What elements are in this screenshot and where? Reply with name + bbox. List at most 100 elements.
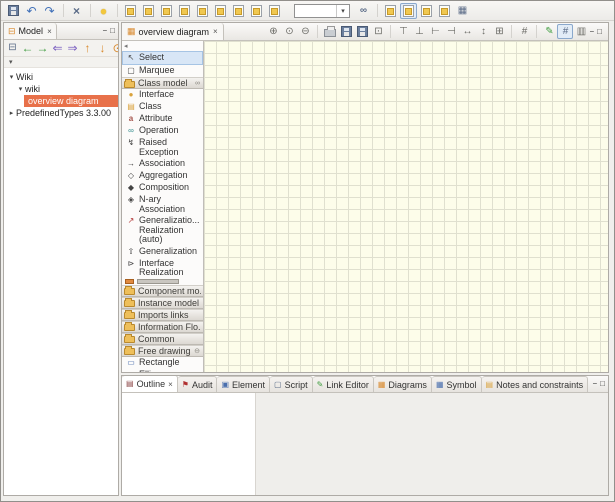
palette-tool-interface-realization[interactable]: ⊳ Interface Realization [122, 258, 203, 279]
edit-style-button[interactable]: ✎ [541, 24, 557, 39]
related-forward-button[interactable]: ⇒ [65, 41, 80, 56]
search-button[interactable]: ∞ [355, 3, 372, 19]
show-grid-button[interactable]: # [557, 24, 573, 39]
palette-tool-marquee[interactable]: ▢ Marquee [122, 65, 203, 77]
palette-tool-composition[interactable]: ◆ Composition [122, 182, 203, 194]
search-combo[interactable]: ▾ [294, 4, 350, 18]
same-size-button[interactable]: ⊞ [491, 24, 507, 39]
maximize-icon[interactable]: □ [110, 27, 115, 35]
print-button[interactable] [322, 24, 338, 39]
pin-icon[interactable]: ∞ [195, 80, 201, 87]
align-right-button[interactable]: ⊣ [443, 24, 459, 39]
tab-script[interactable]: ▢ Script [270, 376, 313, 392]
create-diagram-button-1[interactable] [122, 3, 139, 19]
palette-tool-aggregation[interactable]: ◇ Aggregation [122, 170, 203, 182]
perspective-button-3[interactable] [418, 3, 435, 19]
palette-tool-nary-association[interactable]: ◈ N-ary Association [122, 194, 203, 215]
palette-tool-select[interactable]: ↖ Select [122, 51, 203, 65]
palette-tool-operation[interactable]: ∞ Operation [122, 125, 203, 137]
perspective-button-4[interactable] [436, 3, 453, 19]
zoom-in-button[interactable]: ⊕ [265, 24, 281, 39]
tree-item-wiki-package[interactable]: ▾ wiki [4, 83, 118, 95]
undo-button[interactable]: ↶ [23, 3, 40, 19]
page-grid-button[interactable]: # [516, 24, 532, 39]
tab-symbol[interactable]: ▦ Symbol [432, 376, 482, 392]
redo-button[interactable]: ↷ [41, 3, 58, 19]
create-diagram-button-7[interactable] [230, 3, 247, 19]
perspective-button-1[interactable] [382, 3, 399, 19]
tab-element[interactable]: ▣ Element [217, 376, 270, 392]
fit-to-window-button[interactable]: ⊡ [370, 24, 386, 39]
collapse-all-button[interactable]: ⊟ [5, 41, 20, 56]
align-bottom-button[interactable]: ⊥ [411, 24, 427, 39]
tab-diagrams[interactable]: ▦ Diagrams [374, 376, 432, 392]
tree-item-overview-diagram[interactable]: overview diagram [24, 95, 118, 107]
configuration-button[interactable]: × [68, 3, 85, 19]
related-back-button[interactable]: ⇐ [50, 41, 65, 56]
outline-thumbnail-area[interactable] [122, 393, 256, 495]
navigate-back-button[interactable]: ← [20, 41, 35, 56]
palette-collapse-icon[interactable]: ◂ [124, 42, 128, 50]
move-up-button[interactable]: ↑ [80, 41, 95, 56]
palette-tool-association[interactable]: → Association [122, 158, 203, 170]
tab-outline[interactable]: ▤ Outline × [122, 376, 178, 392]
palette-tool-raised-exception[interactable]: ↯ Raised Exception [122, 137, 203, 158]
tree-item-predefinedtypes[interactable]: ▸ PredefinedTypes 3.3.00 [4, 107, 118, 119]
move-down-button[interactable]: ↓ [95, 41, 110, 56]
palette-tool-generalization[interactable]: ⇧ Generalization [122, 246, 203, 258]
tab-link-editor[interactable]: ✎ Link Editor [313, 376, 374, 392]
palette-tool-attribute[interactable]: a Attribute [122, 113, 203, 125]
create-diagram-button-8[interactable] [248, 3, 265, 19]
palette-tool-ellipse[interactable]: ○ Ellipse [122, 369, 203, 373]
close-icon[interactable]: × [213, 27, 218, 36]
close-icon[interactable]: × [47, 27, 52, 36]
tab-overview-diagram[interactable]: ▦ overview diagram × [122, 23, 224, 40]
tree-expander-icon[interactable]: ▾ [7, 73, 16, 81]
filter-button[interactable]: ⊙ [110, 41, 118, 56]
align-top-button[interactable]: ⊤ [395, 24, 411, 39]
tab-notes[interactable]: ▤ Notes and constraints [482, 376, 589, 392]
diagram-canvas[interactable] [204, 41, 608, 372]
distribute-horizontal-button[interactable]: ↔ [459, 24, 475, 39]
zoom-out-button[interactable]: ⊖ [297, 24, 313, 39]
palette-section-instance-model[interactable]: Instance model [122, 297, 203, 309]
view-menu-icon[interactable]: ▾ [9, 58, 13, 66]
align-left-button[interactable]: ⊢ [427, 24, 443, 39]
maximize-icon[interactable]: □ [597, 28, 602, 36]
tree-expander-icon[interactable]: ▾ [16, 85, 25, 93]
perspective-button-2[interactable] [400, 3, 417, 19]
save-button[interactable] [5, 3, 22, 19]
close-icon[interactable]: × [168, 380, 173, 389]
maximize-icon[interactable]: □ [600, 380, 605, 388]
tab-audit[interactable]: ⚑ Audit [178, 376, 218, 392]
combo-dropdown-icon[interactable]: ▾ [336, 5, 349, 17]
create-diagram-button-5[interactable] [194, 3, 211, 19]
minimize-icon[interactable]: − [589, 28, 594, 36]
palette-tool-rectangle[interactable]: ▭ Rectangle [122, 357, 203, 369]
palette-section-information-flow[interactable]: Information Flo... [122, 321, 203, 333]
palette-tool-interface[interactable]: ● Interface [122, 89, 203, 101]
minimize-icon[interactable]: − [102, 27, 107, 35]
navigate-forward-button[interactable]: → [35, 41, 50, 56]
create-diagram-button-2[interactable] [140, 3, 157, 19]
palette-section-common[interactable]: Common [122, 333, 203, 345]
palette-section-imports-links[interactable]: Imports links [122, 309, 203, 321]
export-image-button[interactable] [354, 24, 370, 39]
palette-section-component-model[interactable]: Component mo... [122, 285, 203, 297]
minimize-icon[interactable]: − [592, 380, 597, 388]
zoom-original-button[interactable]: ⊙ [281, 24, 297, 39]
tree-expander-icon[interactable]: ▸ [7, 109, 16, 117]
palette-tool-class[interactable]: ▤ Class [122, 101, 203, 113]
create-diagram-button-3[interactable] [158, 3, 175, 19]
create-diagram-button-9[interactable] [266, 3, 283, 19]
pin-icon[interactable]: ⊖ [194, 347, 201, 355]
tip-of-the-day-button[interactable]: ● [95, 3, 112, 19]
distribute-vertical-button[interactable]: ↕ [475, 24, 491, 39]
palette-section-free-drawing[interactable]: Free drawing ⊖ [122, 345, 203, 357]
save-image-button[interactable] [338, 24, 354, 39]
create-diagram-button-6[interactable] [212, 3, 229, 19]
perspective-button-5[interactable]: ▦ [454, 3, 471, 19]
palette-section-class-model[interactable]: Class model ∞ [122, 77, 203, 89]
tab-model[interactable]: ⊟ Model × [4, 23, 57, 39]
create-diagram-button-4[interactable] [176, 3, 193, 19]
